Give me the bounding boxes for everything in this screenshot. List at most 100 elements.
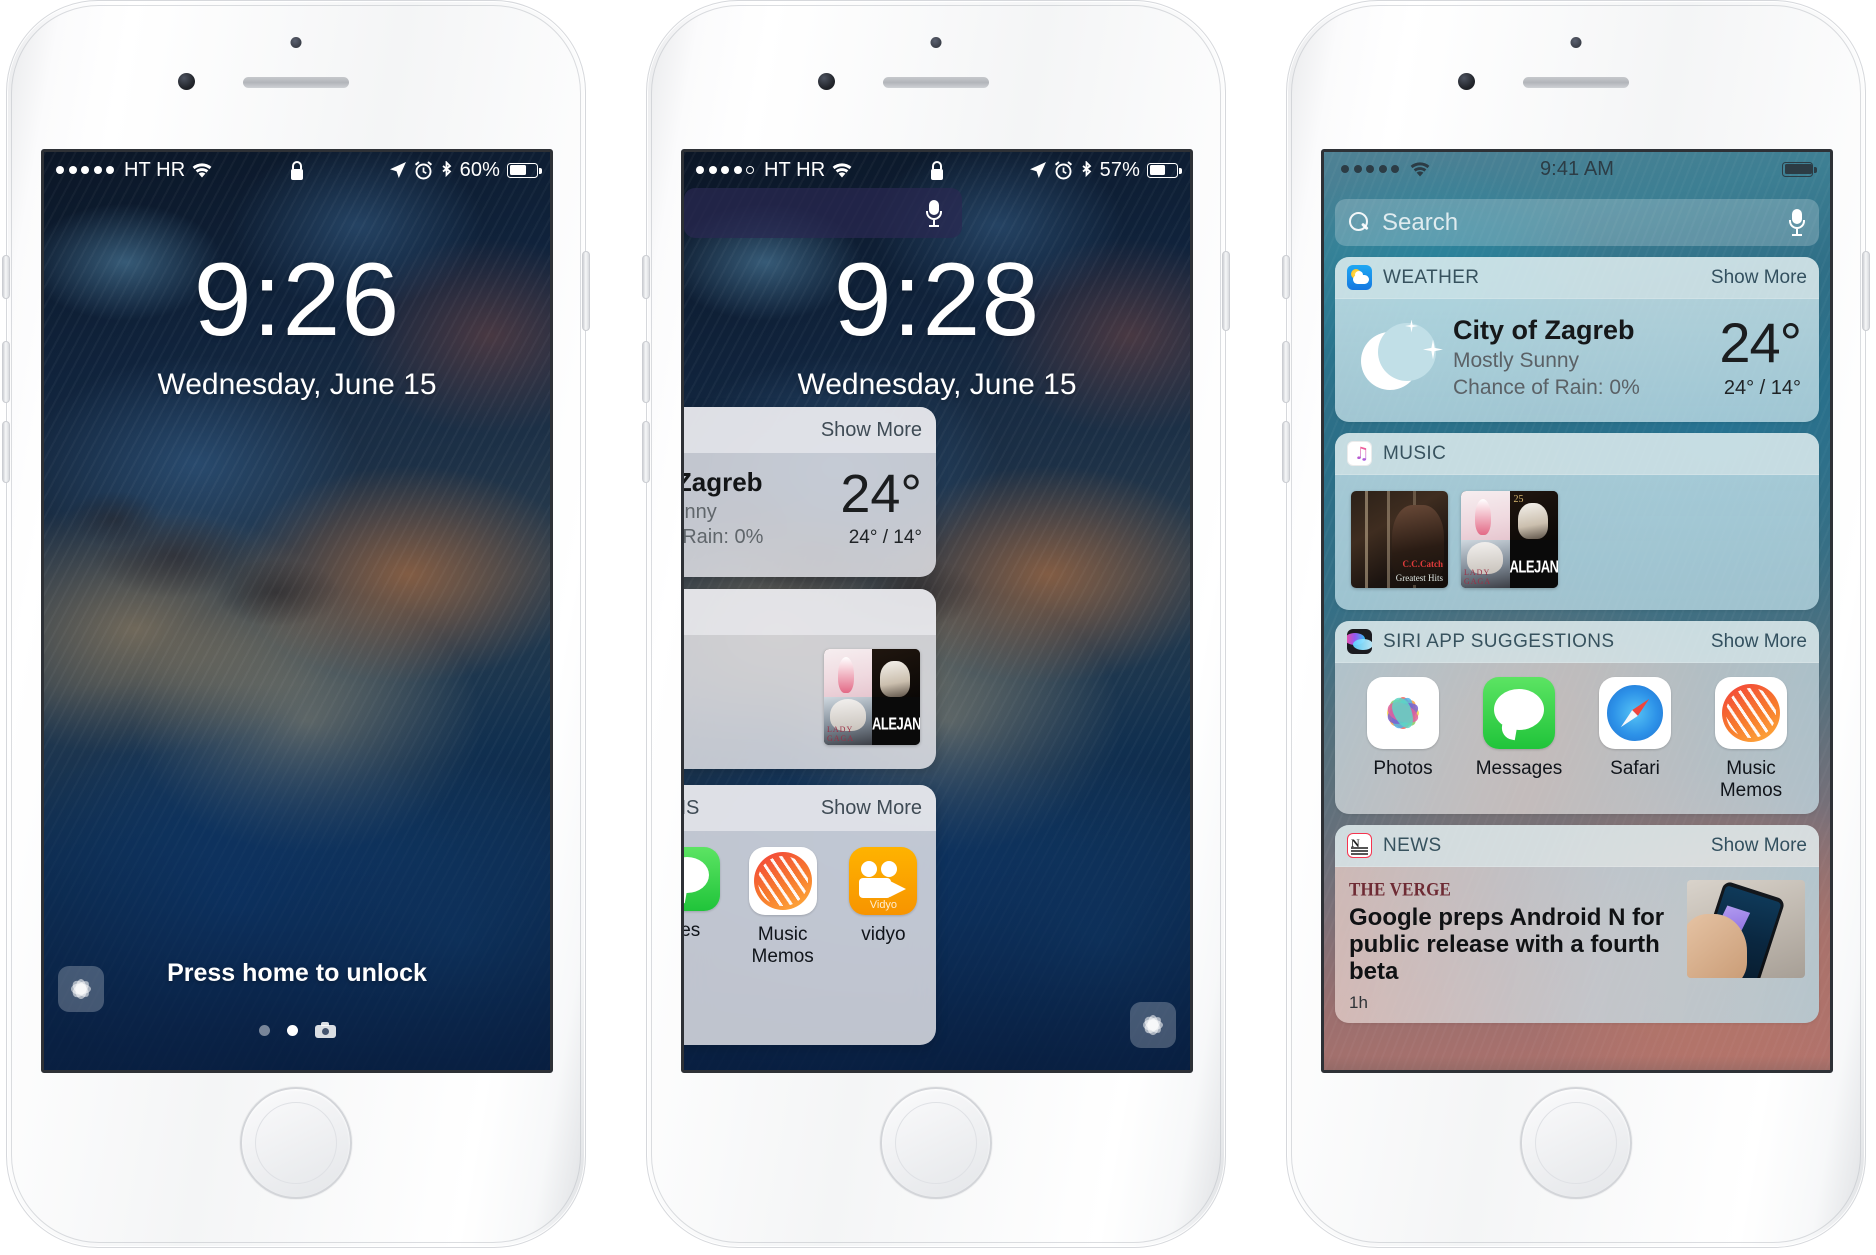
weather-high-low: 24° / 14° (1723, 377, 1801, 399)
camera-roll-shortcut[interactable] (58, 966, 104, 1012)
phone3-screen: 9:41 AM Search WEATHER Show More City of… (1321, 149, 1833, 1073)
iphone-device-3: 9:41 AM Search WEATHER Show More City of… (1282, 0, 1870, 1248)
today-view-scroll[interactable]: 9:41 AM Search WEATHER Show More City of… (1324, 152, 1830, 1070)
volume-down-button[interactable] (2, 421, 10, 483)
phone2-status-bar: HT HR 57% (684, 152, 1190, 188)
page-dot-active[interactable] (286, 1024, 298, 1036)
news-story[interactable]: THE VERGE Google preps Android N for pub… (1349, 878, 1674, 1013)
phone1-status-bar: HT HR 60% (44, 152, 550, 188)
location-arrow-icon (389, 162, 406, 178)
weather-app-icon (1347, 265, 1372, 290)
weather-widget-body: City of Zagreb Mostly Sunny Chance of Ra… (1335, 299, 1819, 422)
status-bar-right (1782, 161, 1817, 177)
page-dot[interactable] (258, 1024, 270, 1036)
mute-switch-button[interactable] (642, 255, 650, 299)
search-bar[interactable]: Search (1335, 199, 1819, 246)
volume-down-button[interactable] (1282, 421, 1290, 483)
volume-up-button[interactable] (642, 341, 650, 403)
weather-city: City of Zagreb (1453, 315, 1635, 345)
album-artwork-cc-catch[interactable]: C.C.Catch Greatest Hits (1351, 491, 1448, 588)
search-field-sliding[interactable] (684, 188, 962, 238)
widget-news[interactable]: N NEWS Show More THE VERGE Google preps … (1335, 825, 1819, 1023)
microphone-icon[interactable] (1789, 209, 1805, 236)
widget-music[interactable]: ♫ MUSIC C.C.Catch Greatest Hits 25 LADY … (1335, 433, 1819, 610)
album-artist-label: LADY GAGA (1464, 568, 1492, 586)
phone1-screen: HT HR 60% 9:26 Wednesday, June 15 Press … (41, 149, 553, 1073)
music-memos-icon (1715, 677, 1787, 749)
siri-suggested-apps: Photos Messages Safari Music Memos (1335, 663, 1819, 814)
photos-icon (1367, 677, 1439, 749)
lock-screen-clock: 9:28 Wednesday, June 15 (684, 248, 1190, 402)
news-app-icon: N (1347, 833, 1372, 858)
news-widget-body: THE VERGE Google preps Android N for pub… (1335, 867, 1819, 1023)
proximity-sensor-icon (1570, 37, 1582, 48)
app-shortcut-safari[interactable]: Safari (1587, 677, 1683, 780)
volume-up-button[interactable] (1282, 341, 1290, 403)
widget-siri-app-suggestions[interactable]: SIRI APP SUGGESTIONS Show More Photos Me… (1335, 621, 1819, 814)
messages-icon (1483, 677, 1555, 749)
power-button[interactable] (1862, 251, 1870, 331)
weather-chance-of-rain: Chance of Rain: 0% (1453, 376, 1640, 399)
news-widget-header: N NEWS Show More (1335, 825, 1819, 867)
moon-and-stars-icon (1351, 316, 1443, 400)
camera-roll-shortcut[interactable] (1130, 1002, 1176, 1048)
widget-title: NEWS (1383, 834, 1442, 856)
siri-widget-header: SIRI APP SUGGESTIONS Show More (1335, 621, 1819, 663)
weather-info: City of Zagreb Mostly Sunny Chance of Ra… (1453, 315, 1709, 400)
bluetooth-icon (442, 160, 452, 177)
album-title-label: ALEJANDRO (1509, 556, 1559, 577)
home-button[interactable] (240, 1087, 352, 1199)
news-source-label: THE VERGE (1349, 878, 1452, 901)
front-camera-icon (178, 73, 195, 90)
mute-switch-button[interactable] (2, 255, 10, 299)
safari-icon (1599, 677, 1671, 749)
proximity-sensor-icon (930, 37, 942, 48)
app-label: Safari (1610, 758, 1660, 779)
status-bar-right: 60% (389, 159, 542, 182)
iphone-device-2: HT HR 57% 9:28 Wednesday, June 15 Show M… (642, 0, 1230, 1248)
siri-icon (1347, 629, 1372, 654)
home-button[interactable] (880, 1087, 992, 1199)
volume-down-button[interactable] (642, 421, 650, 483)
camera-icon[interactable] (314, 1022, 336, 1038)
clock-date: Wednesday, June 15 (157, 368, 437, 401)
weather-temperature-column: 24° 24° / 14° (1719, 315, 1803, 400)
status-bar-left: HT HR (696, 159, 1029, 182)
app-shortcut-music-memos[interactable]: Music Memos (1703, 677, 1799, 802)
screenshot-stage: HT HR 60% 9:26 Wednesday, June 15 Press … (0, 0, 1876, 1255)
mute-switch-button[interactable] (1282, 255, 1290, 299)
show-more-button[interactable]: Show More (1711, 631, 1807, 653)
home-button[interactable] (1520, 1087, 1632, 1199)
news-thumbnail-image (1687, 880, 1805, 978)
app-shortcut-photos[interactable]: Photos (1355, 677, 1451, 780)
wifi-icon (832, 162, 852, 177)
battery-icon (1147, 162, 1182, 178)
show-more-button[interactable]: Show More (1711, 835, 1807, 857)
iphone-device-1: HT HR 60% 9:26 Wednesday, June 15 Press … (2, 0, 590, 1248)
battery-icon (1782, 161, 1817, 177)
widget-title: SIRI APP SUGGESTIONS (1383, 630, 1615, 652)
album-artwork-alejandro[interactable]: 25 LADY GAGA ALEJANDRO (1461, 491, 1558, 588)
page-indicator (44, 1022, 550, 1038)
app-label: Music Memos (1719, 758, 1783, 801)
earpiece-speaker (1523, 77, 1629, 88)
show-more-button[interactable]: Show More (1711, 267, 1807, 289)
album-badge-25: 25 (1513, 494, 1524, 505)
battery-icon (507, 162, 542, 178)
power-button[interactable] (582, 251, 590, 331)
widget-title: WEATHER (1383, 266, 1480, 288)
alarm-clock-icon (414, 160, 432, 179)
lock-screen-clock: 9:26 Wednesday, June 15 (44, 248, 550, 402)
power-button[interactable] (1222, 251, 1230, 331)
music-widget-body: C.C.Catch Greatest Hits 25 LADY GAGA ALE… (1335, 475, 1819, 610)
album-title-label: Greatest Hits (1395, 573, 1443, 583)
proximity-sensor-icon (290, 37, 302, 48)
widget-weather[interactable]: WEATHER Show More City of Zagreb Mostly … (1335, 257, 1819, 422)
clock-date: Wednesday, June 15 (797, 368, 1077, 401)
microphone-icon[interactable] (926, 199, 942, 227)
volume-up-button[interactable] (2, 341, 10, 403)
app-shortcut-messages[interactable]: Messages (1471, 677, 1567, 780)
weather-current-temp: 24° (1719, 311, 1802, 374)
search-input-placeholder[interactable]: Search (1382, 209, 1777, 237)
front-camera-icon (1458, 73, 1475, 90)
